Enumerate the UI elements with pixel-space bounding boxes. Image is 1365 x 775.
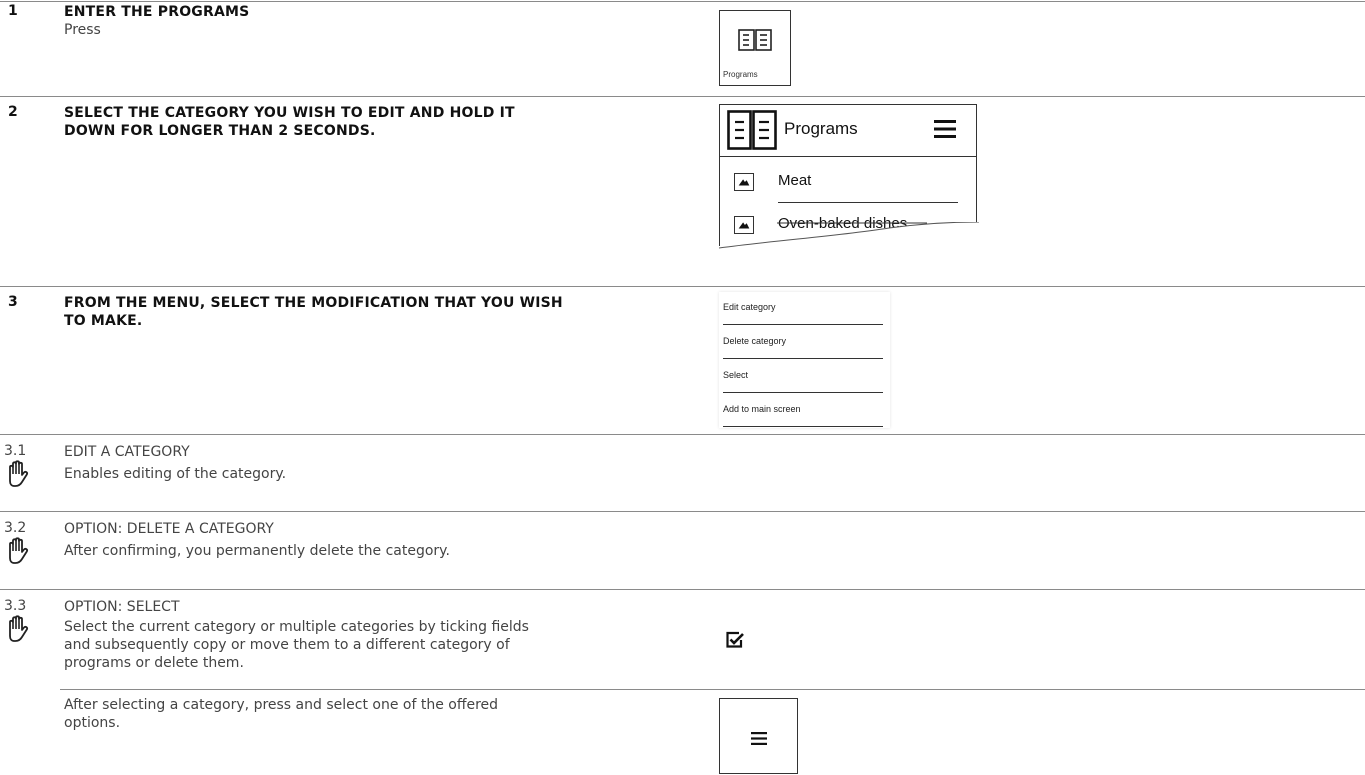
row-divider xyxy=(0,434,1365,435)
row-divider xyxy=(0,286,1365,287)
row-divider xyxy=(0,589,1365,590)
row-divider xyxy=(0,1,1365,2)
torn-edge xyxy=(719,222,979,250)
substep-title: EDIT A CATEGORY xyxy=(64,444,190,460)
substep-text: Select the current category or multiple … xyxy=(64,619,529,635)
note-text: After selecting a category, press and se… xyxy=(64,697,499,713)
image-icon xyxy=(734,173,754,191)
divider xyxy=(778,202,958,203)
menu-button[interactable] xyxy=(719,698,798,774)
divider xyxy=(723,426,883,427)
programs-panel-title: Programs xyxy=(784,119,858,138)
programs-panel-header: Programs xyxy=(720,105,976,157)
step-title-line: TO MAKE. xyxy=(64,313,143,329)
substep-title: OPTION: SELECT xyxy=(64,599,180,615)
step-number: 2 xyxy=(8,104,18,120)
hand-icon xyxy=(9,460,28,487)
step-title-line: SELECT THE CATEGORY YOU WISH TO EDIT AND… xyxy=(64,105,515,121)
row-divider xyxy=(60,689,1365,690)
book-icon xyxy=(727,110,777,150)
substep-text: programs or delete them. xyxy=(64,655,244,671)
step-number: 1 xyxy=(8,3,18,19)
menu-item-label: Select xyxy=(723,370,749,380)
step-title-line: FROM THE MENU, SELECT THE MODIFICATION T… xyxy=(64,295,563,311)
hamburger-icon xyxy=(751,732,767,745)
programs-button-label: Programs xyxy=(723,70,758,79)
context-menu: Edit category Delete category Select Add… xyxy=(719,292,890,428)
substep-text: and subsequently copy or move them to a … xyxy=(64,637,510,653)
divider xyxy=(723,358,883,359)
step-number: 3 xyxy=(8,294,18,310)
substep-text: Enables editing of the category. xyxy=(64,466,287,482)
substep-number: 3.1 xyxy=(4,443,27,459)
hamburger-icon[interactable] xyxy=(934,120,956,138)
menu-item-edit-category[interactable]: Edit category xyxy=(719,292,890,325)
row-divider xyxy=(0,511,1365,512)
divider xyxy=(723,392,883,393)
menu-item-label: Edit category xyxy=(723,302,776,312)
row-divider xyxy=(0,96,1365,97)
category-item[interactable]: Meat xyxy=(720,165,976,203)
menu-item-select[interactable]: Select xyxy=(719,360,890,393)
programs-button[interactable]: Programs xyxy=(719,10,791,86)
substep-number: 3.3 xyxy=(4,598,27,614)
substep-text: After confirming, you permanently delete… xyxy=(64,543,450,559)
divider xyxy=(723,324,883,325)
step-title-line: DOWN FOR LONGER THAN 2 SECONDS. xyxy=(64,123,376,139)
substep-number: 3.2 xyxy=(4,520,27,536)
checkbox-checked-icon xyxy=(726,631,744,648)
menu-item-add-to-main-screen[interactable]: Add to main screen xyxy=(719,394,890,427)
category-label: Meat xyxy=(778,172,812,189)
menu-item-delete-category[interactable]: Delete category xyxy=(719,326,890,359)
menu-item-label: Delete category xyxy=(723,336,787,346)
menu-item-label: Add to main screen xyxy=(723,404,801,414)
step-text: Press xyxy=(64,22,101,38)
step-title: ENTER THE PROGRAMS xyxy=(64,4,250,20)
substep-title: OPTION: DELETE A CATEGORY xyxy=(64,521,274,537)
book-icon xyxy=(738,29,772,51)
note-text: options. xyxy=(64,715,121,731)
hand-icon xyxy=(9,537,28,564)
hand-icon xyxy=(9,615,28,642)
